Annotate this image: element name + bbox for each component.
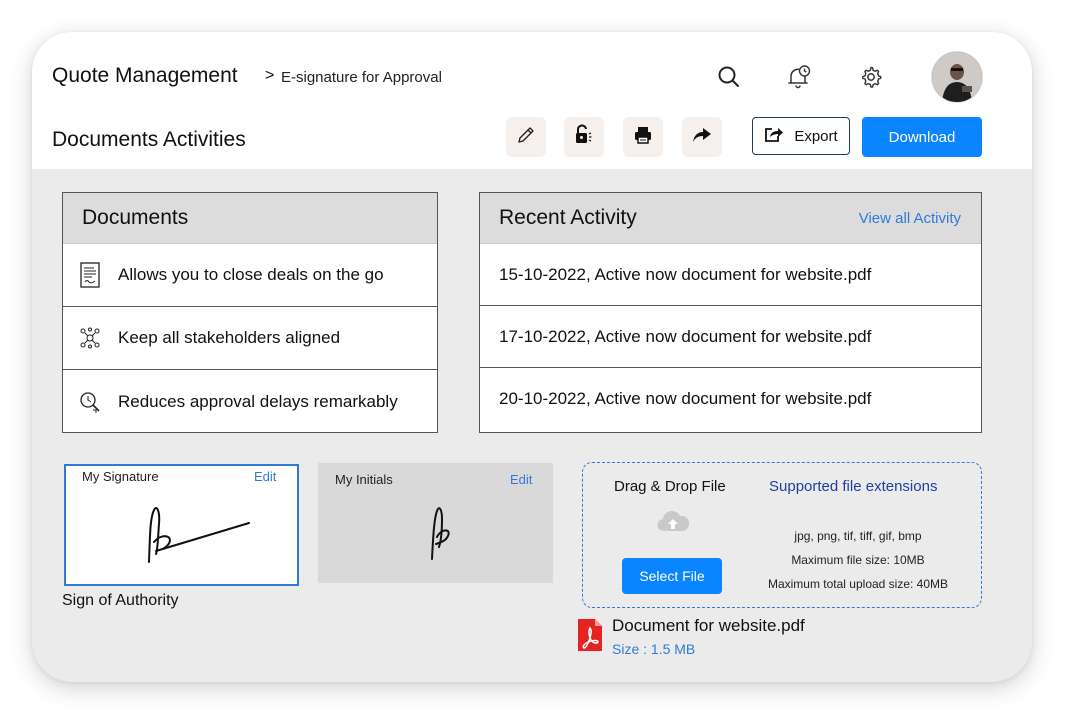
list-item[interactable]: Reduces approval delays remarkably — [63, 370, 437, 433]
gear-icon[interactable] — [856, 62, 886, 92]
signature-image — [148, 506, 250, 563]
export-button[interactable]: Export — [752, 117, 850, 155]
pdf-file-icon — [577, 618, 603, 657]
unlock-tool-button[interactable] — [564, 117, 604, 157]
export-icon — [764, 125, 784, 147]
signature-edit-link[interactable]: Edit — [254, 469, 276, 484]
initials-label: My Initials — [335, 472, 393, 487]
app-title: Quote Management — [52, 64, 238, 87]
main-card: Quote Management > E-signature for Appro… — [32, 32, 1032, 682]
share-icon — [692, 125, 712, 150]
bell-clock-icon[interactable] — [784, 62, 814, 92]
recent-activity-header: Recent Activity View all Activity — [480, 193, 981, 244]
download-button[interactable]: Download — [862, 117, 982, 157]
select-file-button[interactable]: Select File — [622, 558, 722, 594]
activity-row[interactable]: 15-10-2022, Active now document for webs… — [480, 244, 981, 306]
top-bar: Quote Management > E-signature for Appro… — [32, 32, 1032, 169]
list-item[interactable]: Allows you to close deals on the go — [63, 244, 437, 307]
pencil-icon — [516, 125, 536, 150]
extensions-text: jpg, png, tif, tiff, gif, bmp — [794, 529, 922, 543]
unlock-icon — [573, 124, 595, 151]
view-all-activity-link[interactable]: View all Activity — [859, 210, 961, 227]
list-item-label: Allows you to close deals on the go — [118, 265, 384, 284]
max-file-size-text: Maximum file size: 10MB — [791, 553, 925, 567]
initials-edit-link[interactable]: Edit — [510, 472, 532, 487]
search-icon[interactable] — [714, 62, 744, 92]
list-item-label: Keep all stakeholders aligned — [118, 328, 341, 347]
file-name[interactable]: Document for website.pdf — [612, 616, 805, 636]
documents-panel-header: Documents — [63, 193, 437, 244]
export-label: Export — [794, 127, 838, 145]
signature-box[interactable]: My Signature Edit — [64, 464, 299, 586]
print-icon — [633, 125, 653, 150]
recent-activity-title: Recent Activity — [499, 206, 637, 229]
cloud-upload-icon — [656, 508, 690, 539]
initials-box[interactable]: My Initials Edit — [318, 463, 553, 583]
list-item-label: Reduces approval delays remarkably — [118, 391, 398, 411]
page-title: Documents Activities — [52, 128, 246, 151]
recent-activity-panel: Recent Activity View all Activity 15-10-… — [479, 192, 982, 433]
file-size: Size : 1.5 MB — [612, 641, 696, 657]
activity-row[interactable]: 17-10-2022, Active now document for webs… — [480, 306, 981, 368]
signature-label: My Signature — [82, 469, 159, 484]
list-item[interactable]: Keep all stakeholders aligned — [63, 307, 437, 370]
document-icon — [79, 262, 101, 288]
print-tool-button[interactable] — [623, 117, 663, 157]
avatar[interactable] — [932, 52, 982, 102]
sign-of-authority-caption: Sign of Authority — [62, 592, 179, 609]
edit-tool-button[interactable] — [506, 117, 546, 157]
documents-panel: Documents Allows you to close deals on t… — [62, 192, 438, 433]
share-tool-button[interactable] — [682, 117, 722, 157]
documents-title: Documents — [82, 206, 189, 229]
breadcrumb[interactable]: E-signature for Approval — [281, 69, 442, 86]
max-total-size-text: Maximum total upload size: 40MB — [767, 577, 949, 591]
initials-image — [431, 507, 450, 560]
clock-search-icon — [79, 389, 101, 415]
supported-extensions-link[interactable]: Supported file extensions — [769, 478, 937, 495]
activity-row[interactable]: 20-10-2022, Active now document for webs… — [480, 368, 981, 430]
stakeholders-icon — [79, 325, 101, 351]
drag-drop-title: Drag & Drop File — [614, 478, 726, 495]
breadcrumb-separator: > — [265, 67, 275, 84]
